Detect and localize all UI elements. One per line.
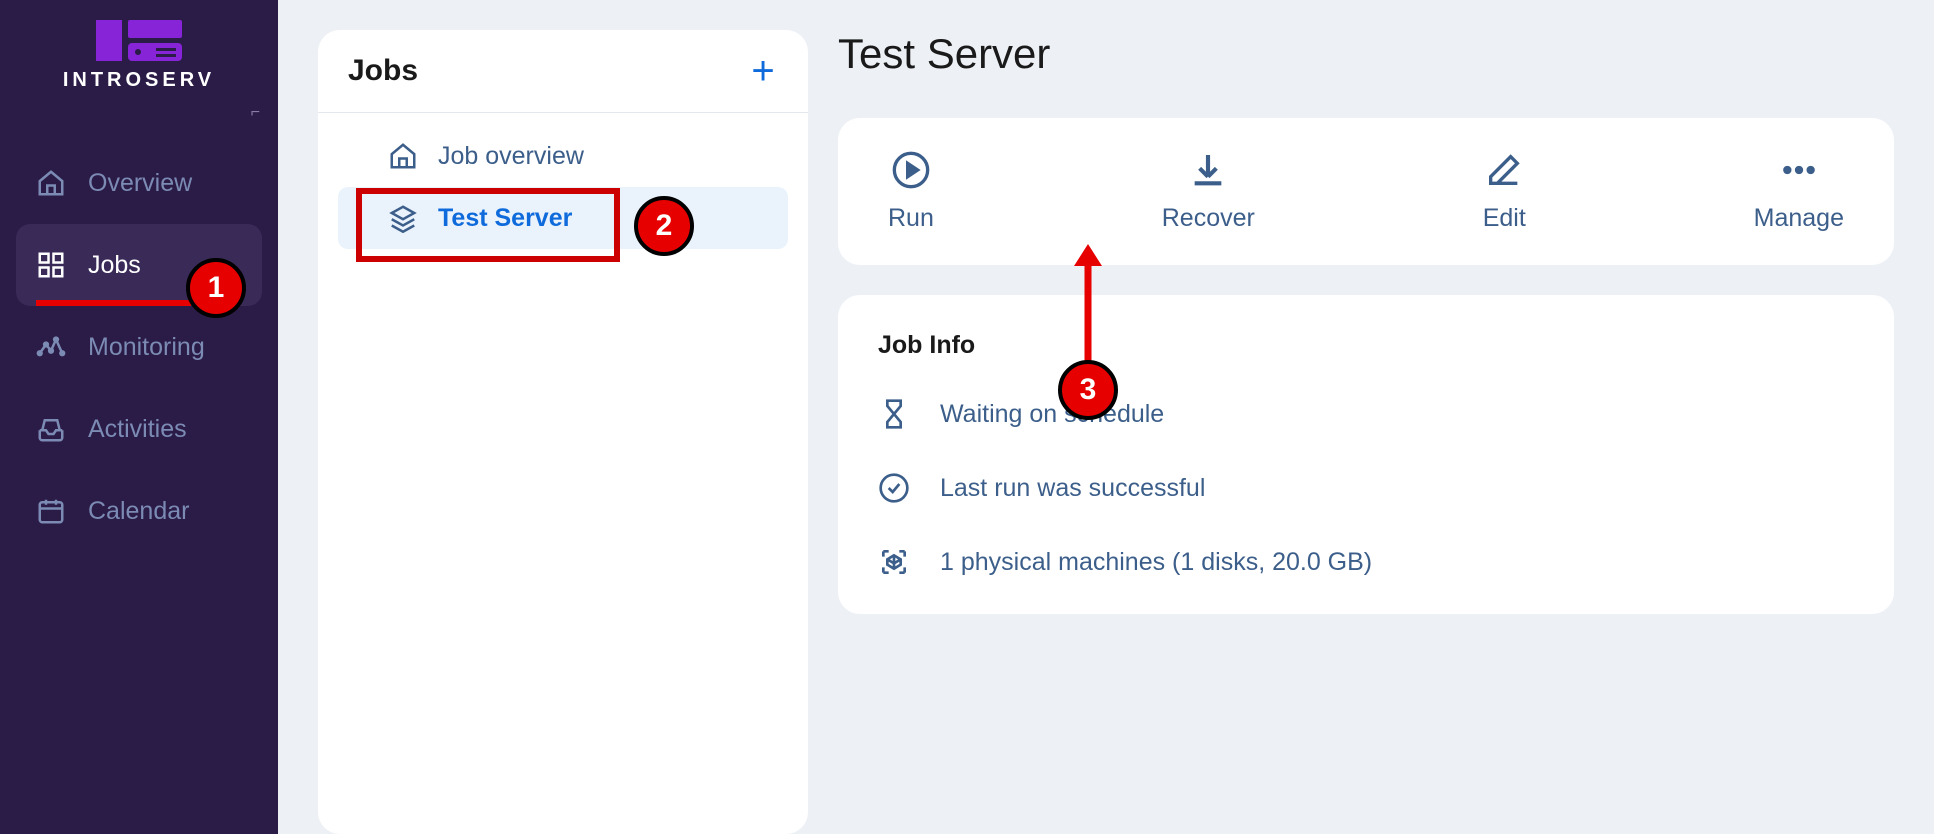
job-item-overview[interactable]: Job overview [338, 125, 788, 187]
nav-calendar[interactable]: Calendar [16, 470, 262, 552]
box-icon [878, 546, 910, 578]
callout-badge-3: 3 [1058, 360, 1118, 420]
jobs-header: Jobs + [318, 54, 808, 113]
job-info-text: Last run was successful [940, 474, 1205, 503]
job-info-panel: Job Info Waiting on schedule Last run wa… [838, 295, 1894, 614]
job-info-text: Waiting on schedule [940, 400, 1164, 429]
job-info-status: Waiting on schedule [878, 398, 1854, 430]
nav-overview[interactable]: Overview [16, 142, 262, 224]
action-label: Run [888, 204, 934, 233]
jobs-panel: Jobs + Job overview Test Server 2 [318, 30, 808, 834]
nav-label: Activities [88, 415, 187, 444]
sidebar: INTROSERV ⌐ Overview Jobs Monitoring Act… [0, 0, 278, 834]
download-icon [1188, 150, 1228, 190]
action-bar: Run Recover Edit Manage [838, 118, 1894, 265]
add-job-button[interactable]: + [748, 56, 778, 86]
jobs-title: Jobs [348, 54, 418, 88]
nav-monitoring[interactable]: Monitoring [16, 306, 262, 388]
run-button[interactable]: Run [888, 150, 934, 233]
logo-icon [94, 18, 184, 63]
nav-activities[interactable]: Activities [16, 388, 262, 470]
job-info-machines: 1 physical machines (1 disks, 20.0 GB) [878, 546, 1854, 578]
highlight-box-2 [356, 188, 620, 262]
job-item-label: Job overview [438, 142, 584, 171]
more-icon [1779, 150, 1819, 190]
grid-icon [36, 250, 66, 280]
page-title: Test Server [838, 30, 1894, 78]
home-icon [388, 141, 418, 171]
job-info-text: 1 physical machines (1 disks, 20.0 GB) [940, 548, 1372, 577]
callout-badge-1: 1 [186, 258, 246, 318]
manage-button[interactable]: Manage [1754, 150, 1844, 233]
nav-list: Overview Jobs Monitoring Activities Cale… [0, 142, 278, 552]
play-icon [891, 150, 931, 190]
brand-name: INTROSERV [63, 69, 215, 92]
job-info-lastrun: Last run was successful [878, 472, 1854, 504]
job-info-title: Job Info [878, 331, 1854, 360]
arrow-annotation [1068, 244, 1108, 364]
callout-badge-2: 2 [634, 196, 694, 256]
main-column: Test Server Run Recover Edit Manage [838, 30, 1894, 834]
content-area: Jobs + Job overview Test Server 2 Test S… [278, 0, 1934, 834]
action-label: Edit [1483, 204, 1526, 233]
home-icon [36, 168, 66, 198]
sidebar-collapse-icon[interactable]: ⌐ [251, 104, 260, 122]
nav-label: Jobs [88, 251, 141, 280]
activity-icon [36, 332, 66, 362]
inbox-icon [36, 414, 66, 444]
action-label: Recover [1162, 204, 1255, 233]
hourglass-icon [878, 398, 910, 430]
brand-logo: INTROSERV [0, 18, 278, 92]
action-label: Manage [1754, 204, 1844, 233]
calendar-icon [36, 496, 66, 526]
recover-button[interactable]: Recover [1162, 150, 1255, 233]
nav-label: Overview [88, 169, 192, 198]
check-circle-icon [878, 472, 910, 504]
nav-label: Calendar [88, 497, 189, 526]
edit-icon [1484, 150, 1524, 190]
edit-button[interactable]: Edit [1483, 150, 1526, 233]
nav-label: Monitoring [88, 333, 205, 362]
